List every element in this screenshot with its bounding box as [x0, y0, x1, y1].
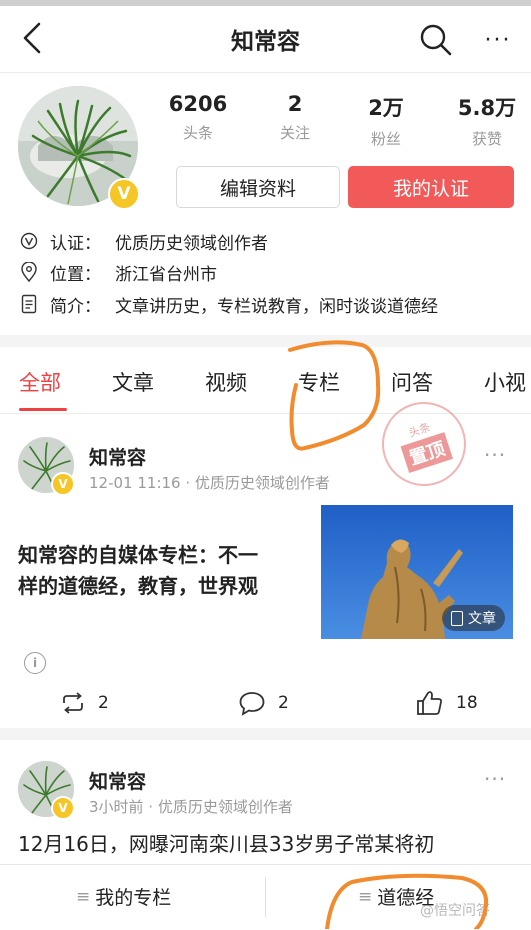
info-icon[interactable]: i [24, 652, 46, 674]
post-meta: 3小时前 · 优质历史领域创作者 [89, 798, 293, 816]
stat-value: 2万 [368, 96, 404, 120]
tab-articles[interactable]: 文章 [112, 367, 154, 397]
section-divider [0, 335, 531, 347]
my-certification-button[interactable]: 我的认证 [348, 166, 514, 208]
comment-count: 2 [278, 693, 289, 713]
info-location: 位置： 浙江省台州市 [18, 259, 217, 285]
stat-followers[interactable]: 2万 粉丝 [341, 92, 431, 149]
stat-label: 关注 [279, 124, 310, 142]
active-tab-indicator [19, 408, 67, 411]
edit-profile-button[interactable]: 编辑资料 [176, 166, 340, 208]
post-meta: 12-01 11:16 · 优质历史领域创作者 [89, 474, 330, 492]
tab-qa[interactable]: 问答 [391, 367, 433, 397]
stat-label: 粉丝 [370, 130, 401, 148]
stat-label: 头条 [182, 124, 213, 142]
verified-badge-icon: V [51, 796, 75, 820]
divider [265, 877, 266, 917]
post-author-name[interactable]: 知常容 [89, 443, 146, 470]
stamp-main-text: 置顶 [400, 432, 453, 473]
stat-following[interactable]: 2 关注 [250, 92, 340, 143]
post-author-name[interactable]: 知常容 [89, 767, 146, 794]
bottom-item-label: 我的专栏 [95, 887, 172, 909]
stat-label: 获赞 [471, 130, 502, 148]
like-count: 18 [456, 693, 478, 713]
post-title[interactable]: 知常容的自媒体专栏：不一 样的道德经，教育，世界观 [18, 540, 314, 602]
stat-value: 2 [287, 92, 303, 116]
document-icon [18, 293, 40, 315]
document-icon [451, 610, 463, 626]
stat-articles[interactable]: 6206 头条 [153, 92, 243, 143]
my-column-button[interactable]: ≡ 我的专栏 [76, 883, 171, 910]
section-divider [0, 728, 531, 740]
verified-circle-icon [18, 230, 40, 252]
verified-badge-icon: V [108, 178, 140, 210]
tab-short-video[interactable]: 小视 [484, 367, 526, 397]
thumb-badge-label: 文章 [468, 611, 496, 627]
post-more-icon[interactable]: ··· [484, 443, 506, 467]
info-certification: 认证： 优质历史领域创作者 [18, 228, 268, 254]
post-title-line: 样的道德经，教育，世界观 [18, 574, 258, 598]
verified-badge-icon: V [51, 472, 75, 496]
search-icon[interactable] [418, 22, 454, 58]
info-bio: 简介： 文章讲历史，专栏说教育，闲时谈谈道德经 [18, 291, 438, 317]
tab-all[interactable]: 全部 [19, 367, 61, 397]
stat-likes[interactable]: 5.8万 获赞 [442, 92, 531, 149]
info-key: 认证： [50, 233, 101, 254]
menu-icon: ≡ [358, 886, 373, 907]
info-key: 位置： [50, 264, 101, 285]
repost-icon [63, 692, 83, 714]
menu-icon: ≡ [76, 886, 91, 907]
watermark: @悟空问答 [420, 903, 490, 919]
location-pin-icon [18, 261, 40, 283]
like-button[interactable]: 18 [416, 688, 478, 718]
more-horizontal-icon[interactable]: ··· [478, 22, 518, 58]
repost-button[interactable]: 2 [60, 688, 109, 718]
post-text[interactable]: 12月16日，网曝河南栾川县33岁男子常某将初 [18, 828, 528, 857]
info-value: 文章讲历史，专栏说教育，闲时谈谈道德经 [115, 296, 438, 317]
repost-count: 2 [98, 693, 109, 713]
info-value: 优质历史领域创作者 [115, 233, 268, 254]
bottom-bar: ≡ 我的专栏 ≡ 道德经 [0, 864, 531, 930]
top-nav-bar: 知常容 ··· [0, 6, 531, 73]
post-title-line: 知常容的自媒体专栏：不一 [18, 543, 258, 567]
tab-columns[interactable]: 专栏 [298, 367, 340, 397]
thumbs-up-icon [417, 691, 442, 715]
article-type-badge: 文章 [442, 605, 505, 631]
stat-value: 6206 [168, 92, 228, 116]
post-more-icon[interactable]: ··· [484, 767, 506, 791]
post-thumbnail[interactable]: 文章 [321, 505, 513, 639]
comment-button[interactable]: 2 [238, 688, 289, 718]
info-key: 简介： [50, 296, 101, 317]
tab-videos[interactable]: 视频 [205, 367, 247, 397]
content-tabs: 全部 文章 视频 专栏 问答 小视 [0, 347, 531, 414]
info-value: 浙江省台州市 [115, 264, 217, 285]
comment-icon [239, 692, 265, 716]
stat-value: 5.8万 [457, 96, 517, 120]
